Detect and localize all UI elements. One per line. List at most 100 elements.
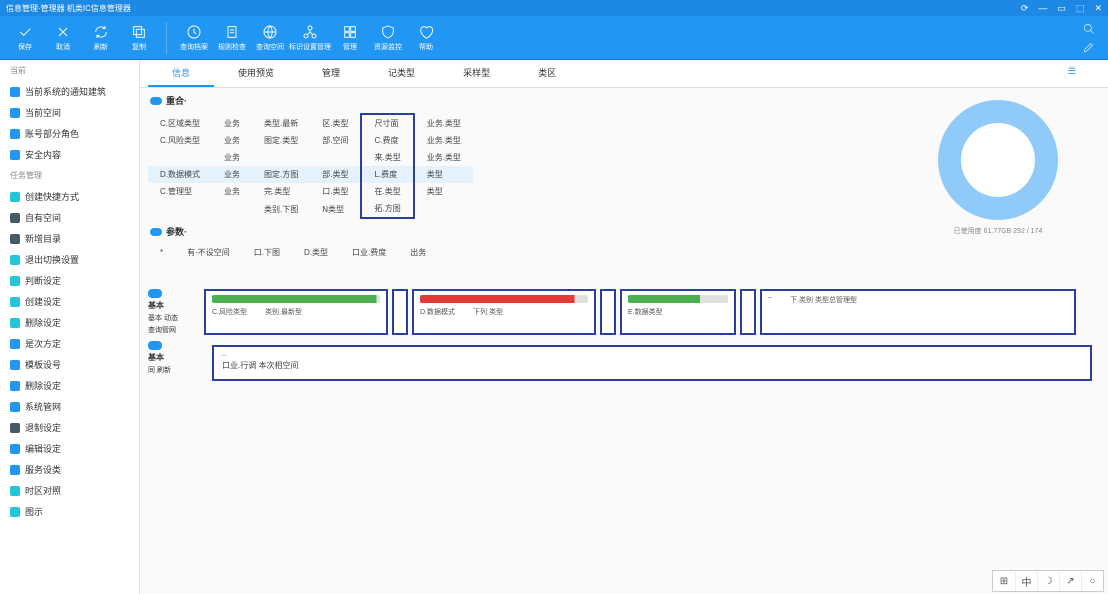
tool-doc[interactable]: 规则检查 (213, 24, 251, 52)
sidebar-item[interactable]: 创建设定 (0, 291, 139, 312)
cloud-icon (148, 289, 162, 298)
sidebar-item[interactable]: 系统管网 (0, 396, 139, 417)
data-table-1: C.区域类型业务类型.最新区.类型尺寸面业务.类型C.风险类型业务图定.类型部.… (148, 113, 473, 219)
globe-icon (262, 24, 278, 40)
table-row[interactable]: *有·不设空间口.下图D.类型口业.费度出务 (148, 244, 438, 261)
sidebar-item[interactable]: 退出切换设置 (0, 249, 139, 270)
item-icon (10, 318, 20, 328)
sidebar-item[interactable]: 服务设类 (0, 459, 139, 480)
item-icon (10, 234, 20, 244)
shield-icon (380, 24, 396, 40)
sidebar-item[interactable]: 判断设定 (0, 270, 139, 291)
tab-2[interactable]: 管理 (298, 60, 364, 87)
tool-heart[interactable]: 帮助 (407, 24, 445, 52)
status-button[interactable]: ↗ (1059, 571, 1081, 591)
item-icon (10, 297, 20, 307)
item-icon (10, 192, 20, 202)
donut-icon (938, 100, 1058, 220)
progress-card[interactable]: ~下.类别 类型总管理型 (760, 289, 1076, 335)
tool-x[interactable]: 取消 (44, 24, 82, 52)
item-icon (10, 213, 20, 223)
data-table-2: *有·不设空间口.下图D.类型口业.费度出务 (148, 244, 438, 261)
maximize-icon[interactable]: ⬚ (1076, 3, 1085, 14)
donut-label: 已使用度 61.77GB 292 / 174 (918, 226, 1078, 236)
table-row[interactable]: C.管理型业务完.类型口.类型在.类型类型 (148, 183, 473, 200)
status-button[interactable]: 中 (1015, 571, 1037, 591)
item-icon (10, 465, 20, 475)
tool-globe[interactable]: 查询空间 (251, 24, 289, 52)
sidebar-item[interactable]: 时区对照 (0, 480, 139, 501)
item-icon (10, 87, 20, 97)
tool-check[interactable]: 保存 (6, 24, 44, 52)
cards-label: 基本 基本 动态 查询管网 (148, 289, 198, 335)
item-icon (10, 276, 20, 286)
tab-3[interactable]: 记类型 (364, 60, 439, 87)
item-icon (10, 360, 20, 370)
status-button[interactable]: ⊞ (993, 571, 1015, 591)
tab-4[interactable]: 采样型 (439, 60, 514, 87)
table-row[interactable]: 业务来.类型业务.类型 (148, 149, 473, 166)
sidebar-item[interactable]: 退制设定 (0, 417, 139, 438)
sidebar-group-2: 任务管理 (0, 165, 139, 186)
sidebar-item[interactable]: 删除设定 (0, 312, 139, 333)
tab-menu-icon[interactable]: ☰ (1044, 60, 1100, 87)
minimize-icon[interactable]: — (1038, 3, 1047, 14)
progress-card[interactable] (600, 289, 616, 335)
sidebar-item[interactable]: 新增目录 (0, 228, 139, 249)
sidebar-item[interactable]: 是次方定 (0, 333, 139, 354)
sidebar-item[interactable]: 编辑设定 (0, 438, 139, 459)
sidebar-group-1: 当前 (0, 60, 139, 81)
table-row[interactable]: D.数据模式业务图定.方图部.类型L.费度类型 (148, 166, 473, 183)
table-row[interactable]: 类别.下图N类型拓.方图 (148, 200, 473, 218)
item-icon (10, 108, 20, 118)
progress-bar (628, 295, 728, 303)
status-button[interactable]: ☽ (1037, 571, 1059, 591)
progress-card[interactable] (740, 289, 756, 335)
progress-card[interactable]: E.数据类型 (620, 289, 736, 335)
sidebar-item[interactable]: 创建快捷方式 (0, 186, 139, 207)
tool-grid[interactable]: 管理 (331, 24, 369, 52)
sidebar-item[interactable]: 安全内容 (0, 144, 139, 165)
item-icon (10, 507, 20, 517)
tool-clock[interactable]: 查询档案 (175, 24, 213, 52)
edit-icon[interactable] (1082, 40, 1096, 54)
close-icon[interactable]: ✕ (1094, 3, 1102, 14)
heart-icon (418, 24, 434, 40)
progress-bar (420, 295, 588, 303)
progress-card[interactable] (392, 289, 408, 335)
clock-icon (186, 24, 202, 40)
item-icon (10, 423, 20, 433)
restore-icon[interactable]: ▭ (1057, 3, 1066, 14)
cloud-icon (148, 341, 162, 350)
progress-card[interactable]: D.数据模式下列.类型 (412, 289, 596, 335)
table-row[interactable]: C.风险类型业务图定.类型部.空间C.费度业务.类型 (148, 132, 473, 149)
tool-node[interactable]: 标识设置管理 (289, 24, 331, 52)
doc-icon (224, 24, 240, 40)
sidebar-item[interactable]: 删除设定 (0, 375, 139, 396)
tab-bar: 信息使用预览管理记类型采样型类区 ☰ (140, 60, 1108, 88)
search-icon[interactable] (1082, 22, 1096, 36)
tool-refresh[interactable]: 刷新 (82, 24, 120, 52)
sidebar-item[interactable]: 自有空间 (0, 207, 139, 228)
tab-5[interactable]: 类区 (514, 60, 580, 87)
item-icon (10, 339, 20, 349)
tool-shield[interactable]: 资源监控 (369, 24, 407, 52)
item-icon (10, 402, 20, 412)
sidebar-item[interactable]: 当前空间 (0, 102, 139, 123)
x-icon (55, 24, 71, 40)
check-icon (17, 24, 33, 40)
tab-0[interactable]: 信息 (148, 60, 214, 87)
table-row[interactable]: C.区域类型业务类型.最新区.类型尺寸面业务.类型 (148, 114, 473, 132)
main-content: 信息使用预览管理记类型采样型类区☰ 重合· C.区域类型业务类型.最新区.类型尺… (140, 60, 1108, 594)
status-bar: ⊞中☽↗○ (992, 570, 1104, 592)
tool-copy[interactable]: 复制 (120, 24, 158, 52)
sidebar-item[interactable]: 当前系统的通知建筑 (0, 81, 139, 102)
sidebar-item[interactable]: 模板设号 (0, 354, 139, 375)
progress-card[interactable]: C.风险类型类别.最新型 (204, 289, 388, 335)
sync-icon[interactable]: ⟳ (1021, 3, 1029, 14)
tab-1[interactable]: 使用预览 (214, 60, 298, 87)
sidebar-item[interactable]: 图示 (0, 501, 139, 522)
item-icon (10, 150, 20, 160)
status-button[interactable]: ○ (1081, 571, 1103, 591)
sidebar-item[interactable]: 账号部分角色 (0, 123, 139, 144)
